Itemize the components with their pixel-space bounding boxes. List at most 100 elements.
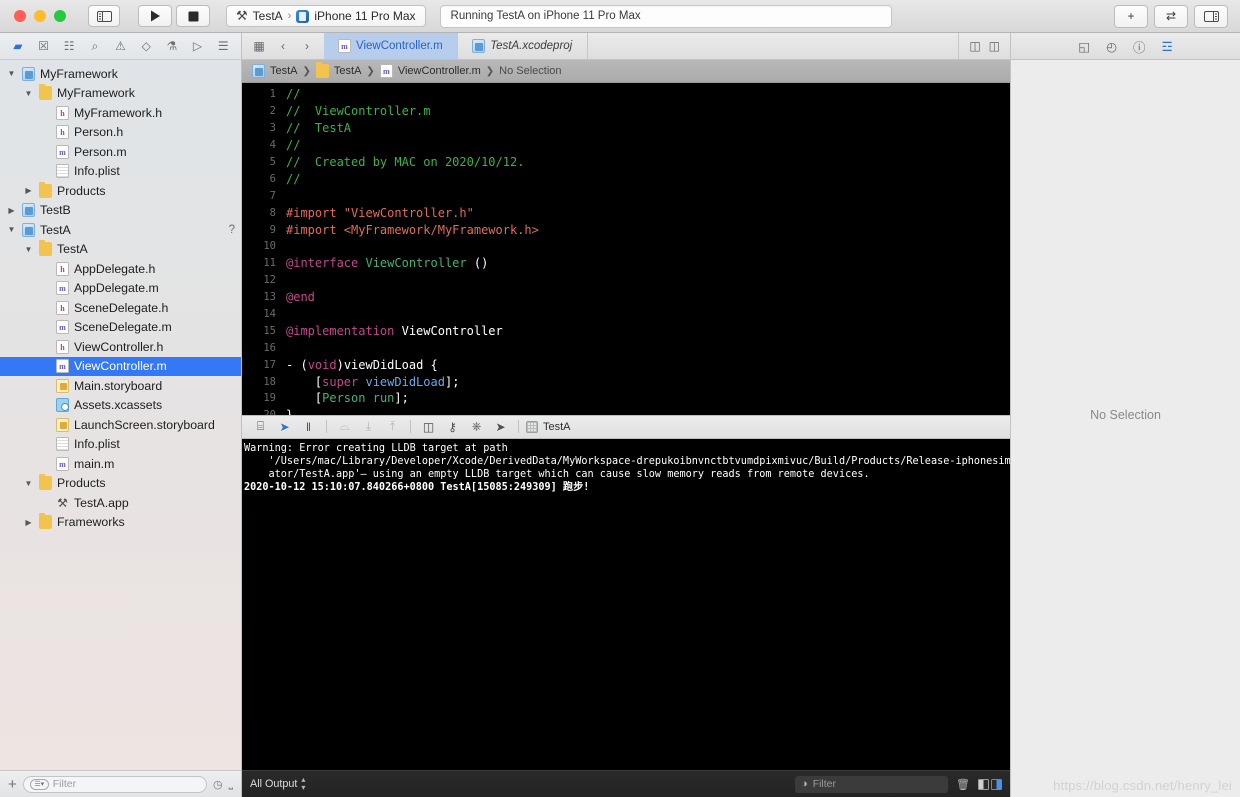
navigator-filter-field[interactable]: ☰▾ Filter <box>22 775 207 793</box>
disclosure-triangle-icon[interactable]: ▼ <box>23 479 34 488</box>
code-review-button[interactable]: ⇄ <box>1154 4 1188 28</box>
source-control-filter-icon[interactable]: ⎵ <box>229 778 233 791</box>
disclosure-triangle-icon[interactable]: ▶ <box>23 518 34 527</box>
report-navigator-icon[interactable]: ☰ <box>211 36 235 56</box>
code-line[interactable]: 17 - (void)viewDidLoad { <box>242 356 1010 373</box>
navigator-toggle-button[interactable] <box>88 5 120 27</box>
tree-item[interactable]: h Person.h <box>0 123 241 143</box>
environment-overrides-icon[interactable]: ⎈ <box>466 418 487 436</box>
symbol-navigator-icon[interactable]: ☷ <box>57 36 81 56</box>
tree-item[interactable]: ▼ TestA? <box>0 220 241 240</box>
scheme-selector[interactable]: ⚒ TestA › iPhone 11 Pro Max <box>226 5 426 27</box>
hide-debug-area-icon[interactable]: ⌸ <box>250 418 271 436</box>
editor-tab[interactable]: TestA.xcodeproj <box>458 33 588 59</box>
code-line[interactable]: 3 // TestA <box>242 120 1010 137</box>
minimap-icon[interactable]: ◫ <box>969 39 980 53</box>
code-line[interactable]: 19 [Person run]; <box>242 390 1010 407</box>
tree-item[interactable]: m SceneDelegate.m <box>0 318 241 338</box>
disclosure-triangle-icon[interactable]: ▶ <box>23 186 34 195</box>
code-line[interactable]: 11 @interface ViewController () <box>242 255 1010 272</box>
disclosure-triangle-icon[interactable]: ▶ <box>6 206 17 215</box>
memory-graph-icon[interactable]: ⚷ <box>442 418 463 436</box>
history-inspector-icon[interactable]: ◴ <box>1106 39 1117 54</box>
code-line[interactable]: 13 @end <box>242 289 1010 306</box>
breadcrumb[interactable]: TestA ❯ TestA ❯ m ViewController.m ❯ No Selecti… <box>242 60 1010 83</box>
tree-item[interactable]: ▼ MyFramework <box>0 84 241 104</box>
continue-icon[interactable]: ➤ <box>274 418 295 436</box>
tree-item[interactable]: h MyFramework.h <box>0 103 241 123</box>
tree-item[interactable]: ▶ Frameworks <box>0 513 241 533</box>
tree-item[interactable]: m main.m <box>0 454 241 474</box>
console-output[interactable]: Warning: Error creating LLDB target at p… <box>242 438 1010 770</box>
add-file-button[interactable]: + <box>8 777 17 792</box>
tree-item[interactable]: h ViewController.h <box>0 337 241 357</box>
breadcrumb-segment[interactable]: No Selection <box>499 65 561 77</box>
tree-item[interactable]: h SceneDelegate.h <box>0 298 241 318</box>
tree-item[interactable]: Main.storyboard <box>0 376 241 396</box>
inspector-toggle-button[interactable] <box>1194 4 1228 28</box>
clock-icon[interactable]: ◷ <box>213 778 223 791</box>
stop-button[interactable] <box>176 5 210 27</box>
code-line[interactable]: 6 // <box>242 170 1010 187</box>
add-editor-icon[interactable]: ◫ <box>989 39 1000 53</box>
project-navigator-icon[interactable]: ▰ <box>6 36 30 56</box>
code-line[interactable]: 9 #import <MyFramework/MyFramework.h> <box>242 221 1010 238</box>
tree-item[interactable]: m ViewController.m <box>0 356 241 376</box>
filter-scope-icon[interactable]: ☰▾ <box>29 778 49 790</box>
tree-item[interactable]: ▼ MyFramework <box>0 64 241 84</box>
code-line[interactable]: 10 <box>242 238 1010 255</box>
code-line[interactable]: 14 <box>242 306 1010 323</box>
zoom-window-button[interactable] <box>54 10 66 22</box>
view-hierarchy-icon[interactable]: ◫ <box>418 418 439 436</box>
disclosure-triangle-icon[interactable]: ▼ <box>23 245 34 254</box>
tree-item[interactable]: ▼ TestA <box>0 240 241 260</box>
issue-navigator-icon[interactable]: ⚠ <box>109 36 133 56</box>
step-out-icon[interactable]: ⤒ <box>382 418 403 436</box>
simulate-location-icon[interactable]: ➤ <box>490 418 511 436</box>
console-filter-field[interactable]: ◑ Filter <box>795 775 949 793</box>
code-line[interactable]: 2 // ViewController.m <box>242 103 1010 120</box>
tree-item[interactable]: ⚒ TestA.app <box>0 493 241 513</box>
code-line[interactable]: 15 @implementation ViewController <box>242 322 1010 339</box>
tree-item[interactable]: Assets.xcassets <box>0 396 241 416</box>
disclosure-triangle-icon[interactable]: ▼ <box>23 89 34 98</box>
add-editor-button[interactable]: + <box>1114 4 1148 28</box>
breadcrumb-segment[interactable]: TestA <box>270 65 298 77</box>
attributes-inspector-icon[interactable]: ☲ <box>1162 39 1173 54</box>
code-editor[interactable]: 1 // 2 // ViewController.m 3 // TestA 4 // 5 // C… <box>242 83 1010 415</box>
tree-item[interactable]: ▶ Products <box>0 181 241 201</box>
code-line[interactable]: 4 // <box>242 137 1010 154</box>
breakpoint-navigator-icon[interactable]: ▷ <box>186 36 210 56</box>
quick-help-inspector-icon[interactable]: ⓘ <box>1133 37 1146 56</box>
step-into-icon[interactable]: ⤓ <box>358 418 379 436</box>
editor-tab[interactable]: m ViewController.m <box>324 33 458 59</box>
navigate-forward-button[interactable]: › <box>296 36 318 56</box>
tree-item[interactable]: ▶ TestB <box>0 201 241 221</box>
tree-item[interactable]: LaunchScreen.storyboard <box>0 415 241 435</box>
close-window-button[interactable] <box>14 10 26 22</box>
code-line[interactable]: 16 <box>242 339 1010 356</box>
file-inspector-icon[interactable]: ◱ <box>1078 39 1090 54</box>
breadcrumb-segment[interactable]: TestA <box>334 65 362 77</box>
code-line[interactable]: 12 <box>242 272 1010 289</box>
code-line[interactable]: 20} <box>242 407 1010 414</box>
code-line[interactable]: 18 [super viewDidLoad]; <box>242 373 1010 390</box>
filter-scope-icon[interactable]: ◑ <box>801 778 808 790</box>
code-line[interactable]: 7 <box>242 187 1010 204</box>
tree-item[interactable]: Info.plist <box>0 162 241 182</box>
tree-item[interactable]: h AppDelegate.h <box>0 259 241 279</box>
tree-item[interactable]: m AppDelegate.m <box>0 279 241 299</box>
code-line[interactable]: 8 #import "ViewController.h" <box>242 204 1010 221</box>
debug-target-selector[interactable]: TestA <box>526 420 571 433</box>
project-navigator-tree[interactable]: ▼ MyFramework ▼ MyFramework h MyFramework.h h P… <box>0 60 241 770</box>
tab-overview-icon[interactable]: ▦ <box>248 36 270 56</box>
show-variables-view-icon[interactable] <box>978 778 989 790</box>
disclosure-triangle-icon[interactable]: ▼ <box>6 69 17 78</box>
show-console-view-icon[interactable] <box>991 778 1002 790</box>
clear-console-icon[interactable]: 🗑 <box>956 778 970 791</box>
navigate-back-button[interactable]: ‹ <box>272 36 294 56</box>
debug-navigator-icon[interactable]: ⚗ <box>160 36 184 56</box>
source-control-navigator-icon[interactable]: ☒ <box>32 36 56 56</box>
console-split-controls[interactable] <box>978 778 1002 790</box>
find-navigator-icon[interactable]: ⌕ <box>83 36 107 56</box>
